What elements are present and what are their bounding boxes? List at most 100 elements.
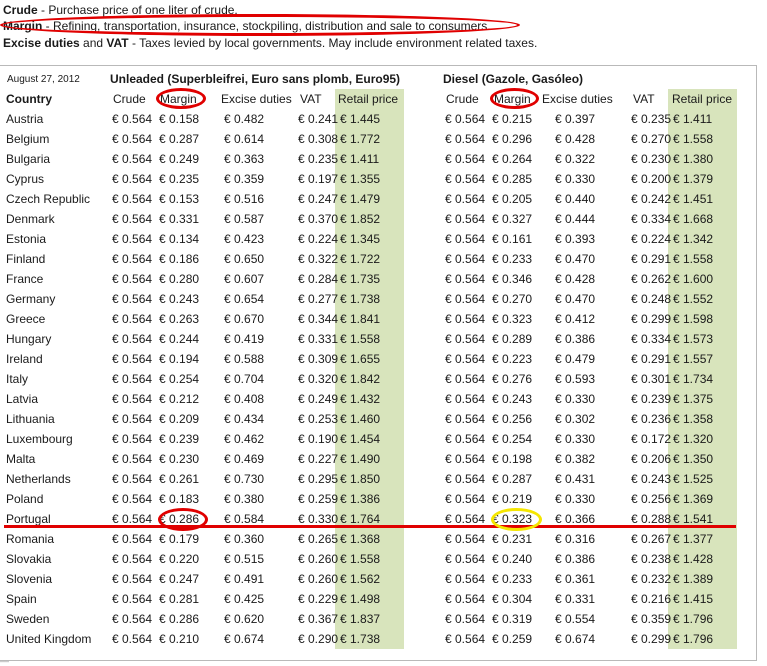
- unleaded-margin-cell: € 0.280: [159, 272, 200, 286]
- diesel-vat-cell: € 0.200: [631, 172, 672, 186]
- unleaded-crude-cell: € 0.564: [112, 612, 153, 626]
- diesel-crude-cell: € 0.564: [445, 272, 486, 286]
- unleaded-retail-cell: € 1.558: [340, 552, 381, 566]
- unleaded-retail-cell: € 1.738: [340, 632, 381, 646]
- country-cell: Ireland: [6, 352, 43, 366]
- diesel-crude-cell: € 0.564: [445, 252, 486, 266]
- unleaded-vat-cell: € 0.260: [298, 572, 339, 586]
- diesel-crude-cell: € 0.564: [445, 472, 486, 486]
- unleaded-vat-cell: € 0.259: [298, 492, 339, 506]
- diesel-vat-cell: € 0.299: [631, 632, 672, 646]
- country-cell: Slovakia: [6, 552, 52, 566]
- diesel-excise-cell: € 0.393: [555, 232, 596, 246]
- diesel-excise-cell: € 0.331: [555, 592, 596, 606]
- country-cell: Lithuania: [6, 412, 55, 426]
- diesel-margin-cell: € 0.233: [492, 572, 533, 586]
- diesel-retail-cell: € 1.557: [673, 352, 714, 366]
- unleaded-retail-header: Retail price: [338, 92, 399, 106]
- diesel-crude-cell: € 0.564: [445, 132, 486, 146]
- diesel-excise-cell: € 0.479: [555, 352, 596, 366]
- unleaded-margin-cell: € 0.134: [159, 232, 200, 246]
- unleaded-retail-cell: € 1.368: [340, 532, 381, 546]
- diesel-vat-cell: € 0.216: [631, 592, 672, 606]
- legend-taxes: Excise duties and VAT - Taxes levied by …: [3, 35, 537, 51]
- country-cell: Belgium: [6, 132, 50, 146]
- diesel-excise-cell: € 0.322: [555, 152, 596, 166]
- unleaded-crude-cell: € 0.564: [112, 412, 153, 426]
- diesel-vat-cell: € 0.262: [631, 272, 672, 286]
- diesel-retail-cell: € 1.415: [673, 592, 714, 606]
- diesel-crude-cell: € 0.564: [445, 172, 486, 186]
- diesel-margin-cell: € 0.215: [492, 112, 533, 126]
- unleaded-retail-cell: € 1.345: [340, 232, 381, 246]
- unleaded-excise-cell: € 0.516: [224, 192, 265, 206]
- country-cell: Italy: [6, 372, 29, 386]
- unleaded-excise-cell: € 0.359: [224, 172, 265, 186]
- diesel-vat-cell: € 0.242: [631, 192, 672, 206]
- unleaded-vat-cell: € 0.309: [298, 352, 339, 366]
- diesel-section-title: Diesel (Gazole, Gasóleo): [443, 72, 584, 86]
- diesel-retail-cell: € 1.558: [673, 132, 714, 146]
- diesel-excise-header: Excise duties: [542, 92, 613, 106]
- diesel-crude-cell: € 0.564: [445, 592, 486, 606]
- unleaded-excise-cell: € 0.423: [224, 232, 265, 246]
- diesel-retail-cell: € 1.573: [673, 332, 714, 346]
- unleaded-crude-header: Crude: [113, 92, 146, 106]
- diesel-vat-header: VAT: [633, 92, 655, 106]
- diesel-crude-cell: € 0.564: [445, 492, 486, 506]
- unleaded-retail-cell: € 1.841: [340, 312, 381, 326]
- diesel-crude-cell: € 0.564: [445, 532, 486, 546]
- country-cell: Latvia: [6, 392, 39, 406]
- margin-legend-oval-annotation: [0, 14, 520, 36]
- unleaded-vat-cell: € 0.320: [298, 372, 339, 386]
- diesel-excise-cell: € 0.444: [555, 212, 596, 226]
- unleaded-crude-cell: € 0.564: [112, 452, 153, 466]
- unleaded-retail-cell: € 1.842: [340, 372, 381, 386]
- diesel-excise-cell: € 0.330: [555, 492, 596, 506]
- diesel-vat-cell: € 0.334: [631, 332, 672, 346]
- country-cell: Poland: [6, 492, 44, 506]
- country-cell: United Kingdom: [6, 632, 92, 646]
- unleaded-crude-cell: € 0.564: [112, 112, 153, 126]
- unleaded-margin-cell: € 0.247: [159, 572, 200, 586]
- unleaded-crude-cell: € 0.564: [112, 172, 153, 186]
- diesel-excise-cell: € 0.330: [555, 172, 596, 186]
- diesel-excise-cell: € 0.554: [555, 612, 596, 626]
- unleaded-excise-cell: € 0.469: [224, 452, 265, 466]
- unleaded-crude-cell: € 0.564: [112, 532, 153, 546]
- unleaded-retail-cell: € 1.772: [340, 132, 381, 146]
- diesel-vat-cell: € 0.301: [631, 372, 672, 386]
- diesel-excise-cell: € 0.386: [555, 552, 596, 566]
- diesel-margin-cell: € 0.254: [492, 432, 533, 446]
- unleaded-excise-cell: € 0.607: [224, 272, 265, 286]
- unleaded-crude-cell: € 0.564: [112, 232, 153, 246]
- diesel-vat-cell: € 0.172: [631, 432, 672, 446]
- diesel-excise-cell: € 0.330: [555, 432, 596, 446]
- unleaded-excise-cell: € 0.587: [224, 212, 265, 226]
- diesel-margin-cell: € 0.346: [492, 272, 533, 286]
- diesel-excise-cell: € 0.428: [555, 132, 596, 146]
- diesel-margin-cell: € 0.231: [492, 532, 533, 546]
- unleaded-vat-cell: € 0.247: [298, 192, 339, 206]
- diesel-retail-cell: € 1.734: [673, 372, 714, 386]
- diesel-retail-cell: € 1.358: [673, 412, 714, 426]
- diesel-vat-cell: € 0.224: [631, 232, 672, 246]
- unleaded-excise-cell: € 0.588: [224, 352, 265, 366]
- diesel-excise-cell: € 0.330: [555, 392, 596, 406]
- diesel-margin-cell: € 0.276: [492, 372, 533, 386]
- diesel-margin-cell: € 0.198: [492, 452, 533, 466]
- unleaded-vat-cell: € 0.241: [298, 112, 339, 126]
- unleaded-crude-cell: € 0.564: [112, 492, 153, 506]
- diesel-retail-cell: € 1.552: [673, 292, 714, 306]
- diesel-retail-cell: € 1.389: [673, 572, 714, 586]
- unleaded-crude-cell: € 0.564: [112, 292, 153, 306]
- unleaded-crude-cell: € 0.564: [112, 392, 153, 406]
- unleaded-excise-header: Excise duties: [221, 92, 292, 106]
- diesel-retail-cell: € 1.598: [673, 312, 714, 326]
- unleaded-margin-cell: € 0.287: [159, 132, 200, 146]
- unleaded-excise-cell: € 0.380: [224, 492, 265, 506]
- unleaded-vat-cell: € 0.290: [298, 632, 339, 646]
- unleaded-margin-cell: € 0.331: [159, 212, 200, 226]
- diesel-excise-cell: € 0.412: [555, 312, 596, 326]
- unleaded-vat-cell: € 0.229: [298, 592, 339, 606]
